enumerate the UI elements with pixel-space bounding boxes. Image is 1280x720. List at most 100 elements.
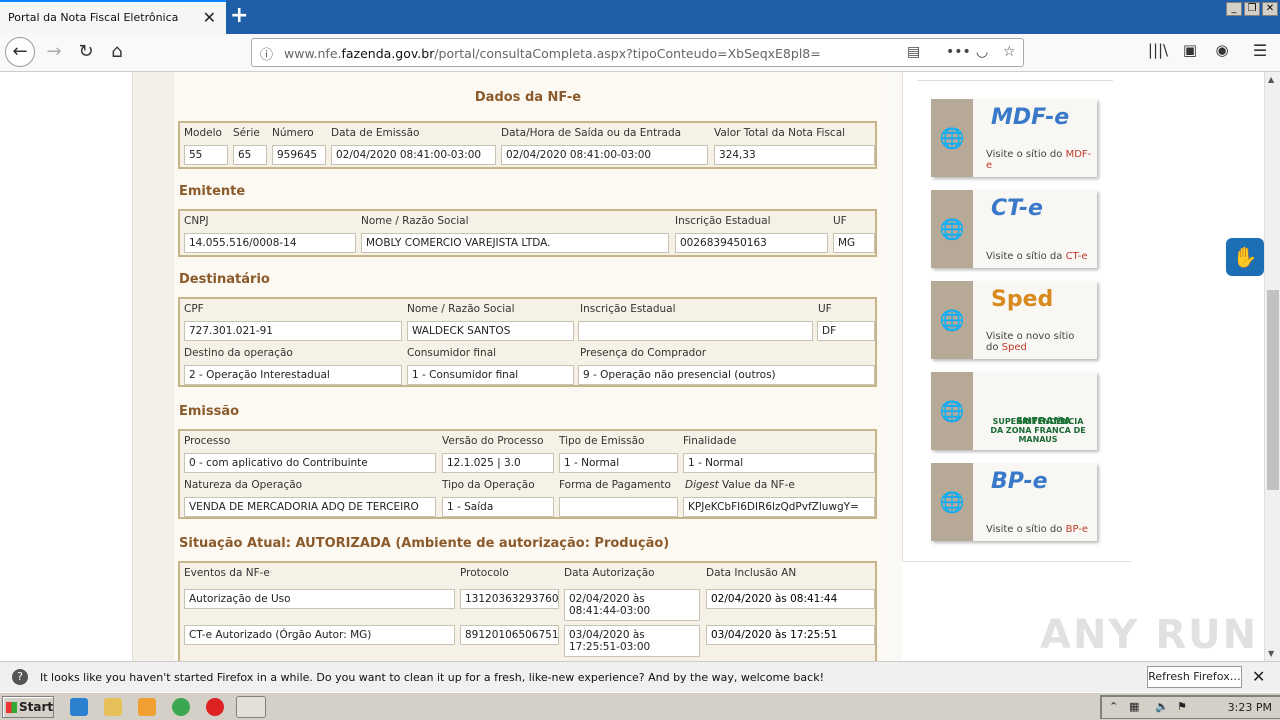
tray-expand-icon[interactable]: ⌃: [1109, 700, 1118, 713]
pocket-icon[interactable]: ◡: [976, 44, 988, 60]
data-autorizacao-col-header: Data Autorização: [564, 567, 655, 579]
processo-value: 0 - com aplicativo do Contribuinte: [184, 453, 436, 473]
tipo-operacao-value: 1 - Saída: [442, 497, 554, 517]
question-icon: ?: [12, 669, 28, 685]
finalidade-value: 1 - Normal: [683, 453, 875, 473]
emitente-uf-value: MG: [833, 233, 875, 253]
dest-nome-label: Nome / Razão Social: [407, 303, 515, 315]
refresh-firefox-button[interactable]: Refresh Firefox…: [1147, 666, 1242, 688]
scroll-down-icon[interactable]: ▼: [1268, 649, 1274, 658]
cte-caption: Visite o sítio da CT-e: [986, 251, 1088, 262]
data-inclusao-col-header: Data Inclusão AN: [706, 567, 797, 579]
chrome-icon[interactable]: [172, 698, 190, 716]
finalidade-label: Finalidade: [683, 435, 737, 447]
restore-icon[interactable]: ❐: [1244, 2, 1260, 16]
explorer-icon[interactable]: [104, 698, 122, 716]
evento-value[interactable]: CT-e Autorizado (Órgão Autor: MG): [184, 625, 455, 645]
eventos-col-header: Eventos da NF-e: [184, 567, 270, 579]
saida-label: Data/Hora de Saída ou da Entrada: [501, 127, 682, 139]
library-icon[interactable]: |||\: [1146, 41, 1170, 59]
minimize-icon[interactable]: _: [1226, 2, 1242, 16]
network-icon[interactable]: ▦: [1129, 700, 1139, 713]
volume-icon[interactable]: 🔈: [1155, 700, 1169, 713]
digest-value: KPJeKCbFI6DIR6lzQdPvfZluwgY=: [683, 497, 875, 517]
ie-icon[interactable]: [70, 698, 88, 716]
forma-pagamento-value: [559, 497, 678, 517]
emitente-nome-label: Nome / Razão Social: [361, 215, 469, 227]
close-notification-icon[interactable]: ✕: [1252, 667, 1265, 686]
page-scrollbar[interactable]: ▲ ▼: [1264, 72, 1280, 661]
new-tab-icon[interactable]: +: [230, 3, 248, 28]
emitente-uf-label: UF: [833, 215, 847, 227]
processo-label: Processo: [184, 435, 231, 447]
notification-message: It looks like you haven't started Firefo…: [40, 671, 824, 684]
natureza-label: Natureza da Operação: [184, 479, 303, 491]
bpe-caption: Visite o sítio do BP-e: [986, 524, 1089, 535]
presenca-label: Presença do Comprador: [580, 347, 707, 359]
menu-icon[interactable]: ☰: [1248, 41, 1272, 60]
cnpj-value: 14.055.516/0008-14: [184, 233, 356, 253]
clock: 3:23 PM: [1227, 701, 1272, 714]
evento-value[interactable]: Autorização de Uso: [184, 589, 455, 609]
system-tray: ⌃ ▦ 🔈 ⚑ 3:23 PM: [1100, 695, 1280, 719]
sped-link[interactable]: 🌐 Sped Visite o novo sítio do Sped: [931, 281, 1097, 359]
tab-title: Portal da Nota Fiscal Eletrônica: [8, 11, 179, 24]
home-icon[interactable]: ⌂: [105, 41, 129, 62]
natureza-value: VENDA DE MERCADORIA ADQ DE TERCEIRO: [184, 497, 436, 517]
protocolo-col-header: Protocolo: [460, 567, 509, 579]
page-actions-icon[interactable]: •••: [946, 44, 971, 60]
emissao-label: Data de Emissão: [331, 127, 420, 139]
close-tab-icon[interactable]: ✕: [203, 8, 216, 27]
tipo-emissao-label: Tipo de Emissão: [559, 435, 645, 447]
account-icon[interactable]: ◉: [1210, 41, 1234, 59]
start-button[interactable]: Start: [2, 696, 54, 718]
firefox-task-icon[interactable]: [236, 696, 266, 718]
digest-label: Digest Value da NF-e: [685, 479, 795, 491]
reload-icon[interactable]: ↻: [74, 41, 98, 62]
sidebar-toggle-icon[interactable]: ▣: [1178, 41, 1202, 59]
bpe-link[interactable]: 🌐 BP-e Visite o sítio do BP-e: [931, 463, 1097, 541]
sped-logo: Sped: [991, 287, 1054, 312]
emissao-box: Processo 0 - com aplicativo do Contribui…: [178, 429, 877, 519]
cte-link[interactable]: 🌐 CT-e Visite o sítio da CT-e: [931, 190, 1097, 268]
notification-bar: ? It looks like you haven't started Fire…: [0, 661, 1280, 692]
destino-label: Destino da operação: [184, 347, 293, 359]
back-icon[interactable]: ←: [5, 37, 35, 67]
versao-value: 12.1.025 | 3.0: [442, 453, 554, 473]
url-bar[interactable]: ⓘ www.nfe.fazenda.gov.br/portal/consulta…: [251, 38, 1024, 67]
suframa-link[interactable]: 🌐 SUFRAMA SUPERINTENDÊNCIA DA ZONA FRANC…: [931, 372, 1097, 450]
sped-caption: Visite o novo sítio do Sped: [986, 331, 1075, 353]
browser-tab[interactable]: Portal da Nota Fiscal Eletrônica ✕: [0, 0, 226, 34]
mdfe-link[interactable]: 🌐 MDF-e Visite o sítio do MDF-e: [931, 99, 1097, 177]
mdfe-caption: Visite o sítio do MDF-e: [986, 149, 1092, 171]
data-autorizacao-value: 03/04/2020 às 17:25:51-03:00: [564, 625, 700, 657]
opera-icon[interactable]: [206, 698, 224, 716]
consumidor-label: Consumidor final: [407, 347, 497, 359]
versao-label: Versão do Processo: [442, 435, 544, 447]
dados-heading: Dados da NF-e: [474, 90, 582, 105]
numero-value: 959645: [272, 145, 326, 165]
nfe-content: Dados da NF-e Modelo 55 Série 65 Número …: [174, 72, 882, 661]
dest-ie-value: [578, 321, 813, 341]
reader-view-icon[interactable]: ▤: [907, 44, 920, 60]
emitente-ie-value: 0026839450163: [675, 233, 828, 253]
saida-value: 02/04/2020 08:41:00-03:00: [501, 145, 708, 165]
sign-language-icon[interactable]: ✋: [1226, 238, 1264, 276]
serie-value: 65: [233, 145, 267, 165]
close-window-icon[interactable]: ✕: [1262, 2, 1278, 16]
media-player-icon[interactable]: [138, 698, 156, 716]
site-info-icon[interactable]: ⓘ: [260, 44, 273, 63]
tab-bar: Portal da Nota Fiscal Eletrônica ✕ + _ ❐…: [0, 0, 1280, 34]
flag-icon[interactable]: ⚑: [1177, 700, 1187, 713]
globe-icon: 🌐: [931, 463, 973, 541]
nav-bar: ← → ↻ ⌂ ⓘ www.nfe.fazenda.gov.br/portal/…: [0, 34, 1280, 72]
scrollbar-thumb[interactable]: [1267, 290, 1279, 490]
scroll-up-icon[interactable]: ▲: [1268, 75, 1274, 84]
mdfe-logo: MDF-e: [991, 105, 1070, 130]
tipo-emissao-value: 1 - Normal: [559, 453, 678, 473]
taskbar: Start ⌃ ▦ 🔈 ⚑ 3:23 PM: [0, 692, 1280, 720]
bookmark-star-icon[interactable]: ☆: [1003, 44, 1016, 60]
url-text: www.nfe.fazenda.gov.br/portal/consultaCo…: [284, 46, 821, 61]
dest-uf-label: UF: [818, 303, 832, 315]
forward-icon[interactable]: →: [42, 41, 66, 62]
